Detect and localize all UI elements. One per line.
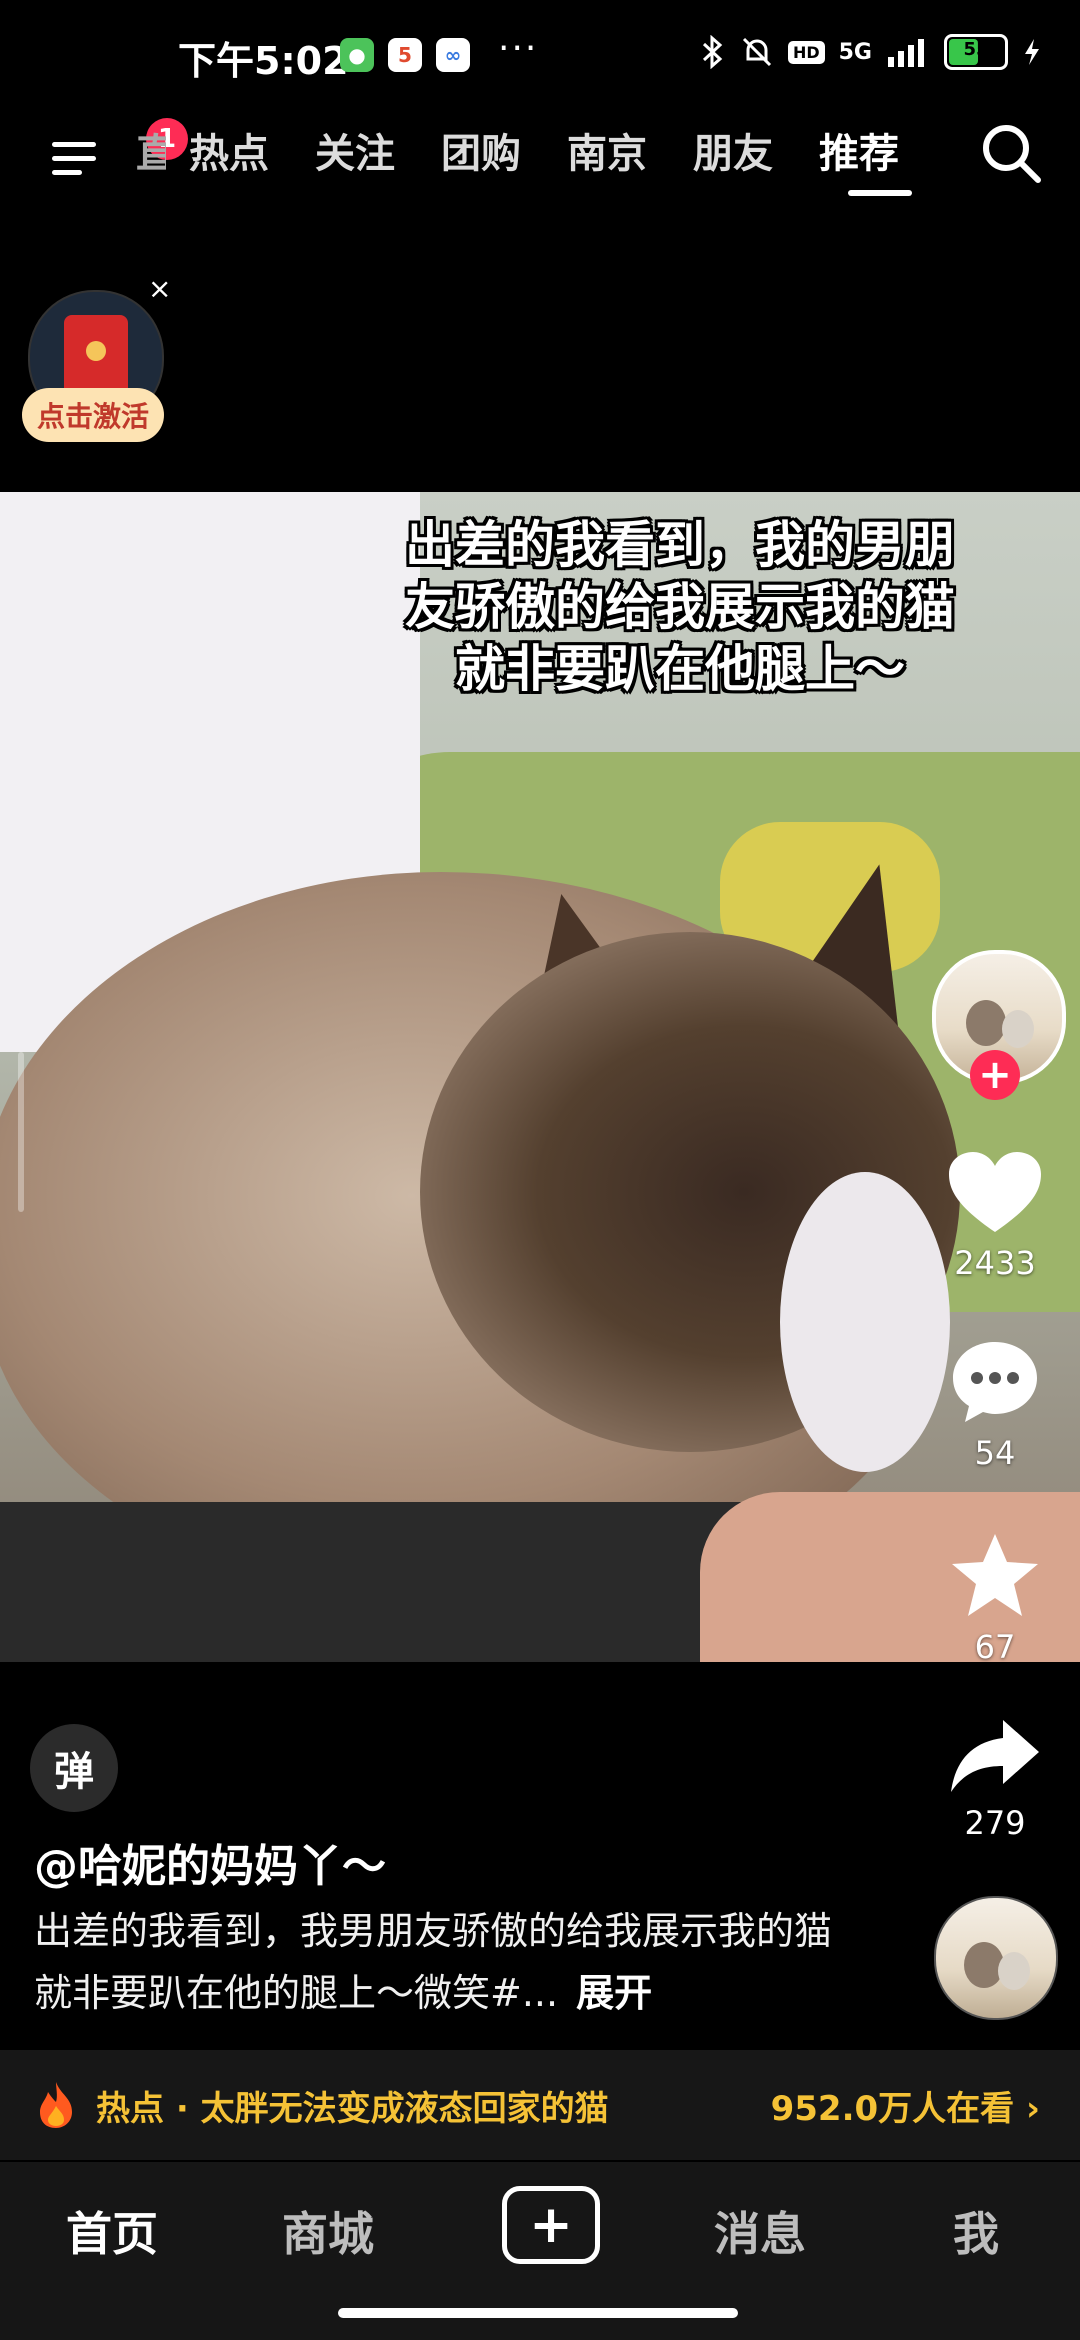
battery-icon: 55	[944, 34, 1008, 70]
battery-percent: 55	[963, 39, 989, 60]
menu-line	[52, 156, 96, 161]
tab-following[interactable]: 关注	[292, 122, 418, 186]
video-caption: 出差的我看到，我的男朋友骄傲的给我展示我的猫就非要趴在他腿上～	[405, 516, 955, 698]
tab-partial[interactable]: 直	[136, 122, 166, 186]
favorite-count: 67	[974, 1628, 1016, 1666]
disc-cat	[998, 1952, 1030, 1990]
status-bar: 下午5:02 ● 5 ∞ ··· HD 5G 55	[0, 0, 1080, 110]
app-58-icon: 5	[388, 38, 422, 72]
video-player[interactable]: 出差的我看到，我的男朋友骄傲的给我展示我的猫就非要趴在他腿上～	[0, 492, 1080, 1662]
fire-icon	[40, 2082, 72, 2128]
comment-button[interactable]: 54	[930, 1338, 1060, 1472]
top-nav: 1 直 热点 关注 团购 南京 朋友 推荐	[0, 110, 1080, 220]
share-button[interactable]: 279	[930, 1716, 1060, 1842]
menu-line	[52, 170, 82, 175]
nav-me[interactable]: 我	[916, 2198, 1036, 2264]
avatar-cat	[966, 1000, 1006, 1046]
signal-icon: 5G	[838, 39, 872, 65]
nav-home[interactable]: 首页	[52, 2198, 172, 2264]
bluetooth-icon	[702, 35, 723, 69]
like-count: 2433	[954, 1244, 1036, 1282]
charging-icon	[1025, 39, 1039, 65]
tab-hot[interactable]: 热点	[166, 122, 292, 186]
signal-bars-icon	[888, 39, 924, 67]
hd-badge: HD	[787, 40, 825, 64]
tab-recommend[interactable]: 推荐	[796, 122, 922, 186]
description-text: 出差的我看到，我男朋友骄傲的给我展示我的猫就非要趴在他的腿上～微笑#...	[34, 1909, 833, 2015]
home-indicator	[338, 2308, 738, 2318]
author-name[interactable]: @哈妮的妈妈丫～	[34, 1830, 386, 1894]
mute-bell-icon	[742, 37, 772, 67]
share-count: 279	[964, 1804, 1026, 1842]
add-post-button[interactable]: +	[502, 2186, 600, 2264]
avatar-cat	[1002, 1010, 1034, 1048]
tab-nanjing[interactable]: 南京	[544, 122, 670, 186]
share-icon	[951, 1720, 1039, 1792]
status-more-icon: ···	[498, 28, 539, 69]
activate-button[interactable]: 点击激活	[22, 388, 164, 442]
hot-topic-text: 热点 · 太胖无法变成液态回家的猫	[96, 2088, 609, 2129]
cat-blaze-shape	[780, 1172, 950, 1472]
nav-tabs: 直 热点 关注 团购 南京 朋友 推荐	[136, 122, 922, 186]
close-icon[interactable]: ×	[148, 272, 171, 305]
nav-mall[interactable]: 商城	[268, 2198, 388, 2264]
wechat-app-icon: ●	[340, 38, 374, 72]
comment-count: 54	[974, 1434, 1016, 1472]
status-time: 下午5:02	[178, 39, 349, 83]
watching-count: 952.0万人在看 ›	[770, 2088, 1040, 2129]
star-icon	[952, 1534, 1038, 1616]
menu-line	[52, 142, 96, 147]
music-disc[interactable]	[934, 1896, 1058, 2020]
tab-groupbuy[interactable]: 团购	[418, 122, 544, 186]
expand-link[interactable]: 展开	[576, 1971, 652, 2015]
tab-friends[interactable]: 朋友	[670, 122, 796, 186]
search-icon[interactable]	[976, 118, 1046, 188]
comment-icon	[953, 1342, 1037, 1422]
envelope-seal	[86, 341, 106, 361]
status-app-icons: ● 5 ∞	[340, 38, 470, 72]
active-tab-indicator	[848, 190, 912, 196]
favorite-button[interactable]: 67	[930, 1530, 1060, 1666]
menu-button[interactable]: 1	[48, 118, 188, 186]
like-button[interactable]: 2433	[930, 1150, 1060, 1282]
scroll-indicator	[18, 1052, 24, 1212]
bottom-nav: 首页 商城 + 消息 我	[0, 2162, 1080, 2340]
pants-shape	[0, 1502, 820, 1662]
hot-topic-bar[interactable]: 热点 · 太胖无法变成液态回家的猫 952.0万人在看 ›	[0, 2050, 1080, 2160]
heart-icon	[949, 1152, 1041, 1232]
danmaku-button[interactable]: 弹	[30, 1724, 118, 1812]
cloud-app-icon: ∞	[436, 38, 470, 72]
status-indicators: HD 5G 55	[700, 34, 1042, 70]
nav-messages[interactable]: 消息	[700, 2198, 820, 2264]
post-description: 出差的我看到，我男朋友骄傲的给我展示我的猫就非要趴在他的腿上～微笑#... 展开	[34, 1900, 834, 2024]
follow-button[interactable]: +	[970, 1050, 1020, 1100]
